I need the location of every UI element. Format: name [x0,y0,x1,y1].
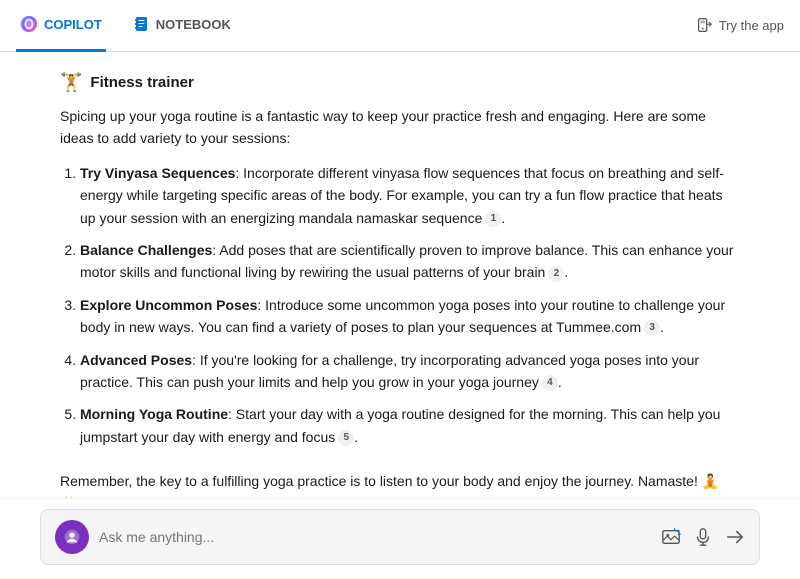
image-icon [661,527,681,547]
ask-input[interactable] [99,529,651,545]
microphone-icon [693,527,713,547]
send-icon [725,527,745,547]
copilot-icon [20,15,38,33]
copilot-avatar [55,520,89,554]
main-content: 🏋️ Fitness trainer Spicing up your yoga … [0,52,800,498]
tip-title-5: Morning Yoga Routine [80,406,228,422]
trainer-name: Fitness trainer [90,74,193,91]
footer-note: Remember, the key to a fulfilling yoga p… [60,470,740,498]
trainer-emoji: 🏋️ [60,72,82,93]
ref-1: 1 [485,211,501,227]
trainer-header: 🏋️ Fitness trainer [60,72,740,93]
notebook-label: NOTEBOOK [156,17,231,32]
input-action-icons [661,527,745,547]
input-row [40,509,760,565]
nav-copilot[interactable]: COPILOT [16,0,106,52]
list-item: Advanced Poses: If you're looking for a … [80,349,740,394]
try-app-link[interactable]: Try the app [695,17,784,35]
ref-5: 5 [338,430,354,446]
try-app-icon [695,17,713,35]
send-icon-btn[interactable] [725,527,745,547]
nav-tabs: COPILOT NOTEBOOK [16,0,235,52]
list-item: Balance Challenges: Add poses that are s… [80,239,740,284]
ref-3: 3 [644,320,660,336]
tip-title-2: Balance Challenges [80,242,212,258]
list-item: Explore Uncommon Poses: Introduce some u… [80,294,740,339]
tip-title-1: Try Vinyasa Sequences [80,165,235,181]
intro-text: Spicing up your yoga routine is a fantas… [60,105,740,150]
notebook-icon [134,16,150,32]
copilot-label: COPILOT [44,17,102,32]
ref-4: 4 [542,375,558,391]
header: COPILOT NOTEBOOK Try the app [0,0,800,52]
try-app-label: Try the app [719,18,784,33]
tips-list: Try Vinyasa Sequences: Incorporate diffe… [60,162,740,458]
tip-title-3: Explore Uncommon Poses [80,297,257,313]
list-item: Try Vinyasa Sequences: Incorporate diffe… [80,162,740,229]
image-icon-btn[interactable] [661,527,681,547]
input-area [0,498,800,579]
ref-2: 2 [548,266,564,282]
tip-title-4: Advanced Poses [80,352,192,368]
microphone-icon-btn[interactable] [693,527,713,547]
avatar-icon [63,528,81,546]
list-item: Morning Yoga Routine: Start your day wit… [80,403,740,448]
nav-notebook[interactable]: NOTEBOOK [130,0,235,52]
